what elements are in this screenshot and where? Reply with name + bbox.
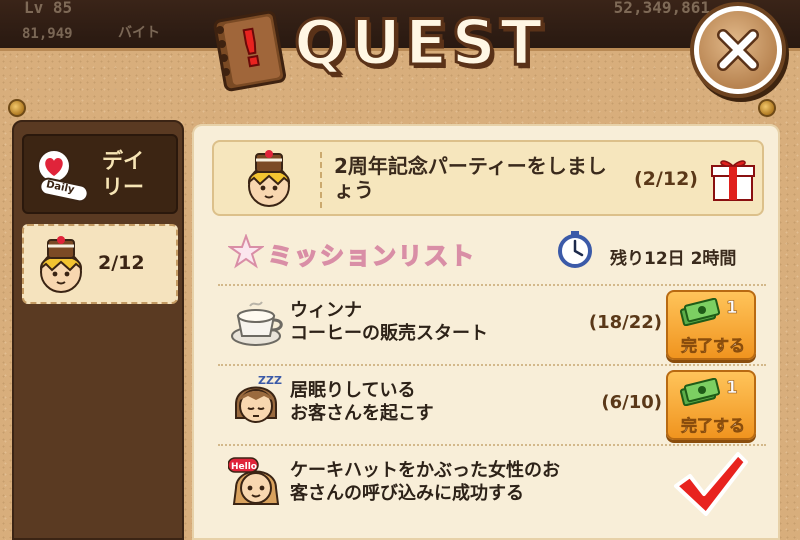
mission-text-line2: 客さんの呼び込みに成功する — [290, 482, 524, 504]
close-button[interactable] — [694, 6, 782, 94]
money-icon — [680, 298, 720, 326]
tab-anniversary-label: 2/12 — [98, 252, 145, 274]
reward-quantity: 1 — [726, 298, 738, 319]
quest-book-icon: ! — [213, 10, 286, 92]
hello-girl-icon: Hello — [228, 457, 280, 505]
mission-text: ケーキハットをかぶった女性のお 客さんの呼び込みに成功する — [290, 460, 630, 505]
gift-box-icon[interactable] — [708, 154, 758, 204]
quest-header: ! QUEST — [206, 6, 586, 92]
time-remaining: 残り12日 2時間 — [610, 249, 737, 269]
mission-text-line1: ウィンナ — [290, 300, 362, 321]
mission-text-line2: コーヒーの販売スタート — [290, 322, 488, 344]
money-readout: 52,349,861 — [613, 0, 710, 17]
mission-progress: (18/22) — [588, 312, 662, 333]
complete-button[interactable]: 1 完了する — [666, 290, 756, 360]
tab-anniversary[interactable]: 2/12 — [22, 224, 178, 304]
coffee-cup-icon — [231, 301, 283, 346]
daily-heart-icon — [37, 149, 89, 203]
main-goal-card: 2周年記念パーティーをしましょう (2/12) — [212, 140, 764, 216]
completed-check-icon — [674, 452, 748, 516]
sleeping-customer-icon: ZZZ — [235, 374, 282, 423]
star-icon — [228, 234, 264, 269]
row-divider — [218, 444, 766, 446]
level-readout: Lv 85 — [24, 0, 73, 17]
goal-divider — [320, 152, 322, 208]
reward-quantity: 1 — [726, 378, 738, 399]
complete-button-label: 完了する — [680, 336, 746, 356]
chef-girl-avatar-icon — [39, 236, 83, 293]
complete-button-label: 完了する — [680, 416, 746, 436]
pin-left-icon — [8, 99, 26, 117]
svg-text:Hello: Hello — [231, 462, 257, 472]
quest-sidebar: Daily デイ リー 2/12 — [12, 120, 184, 540]
mission-progress: (6/10) — [601, 392, 662, 413]
quest-title: QUEST — [292, 6, 547, 79]
mission-text-line1: 居眠りしている — [290, 380, 416, 401]
mission-text-line1: ケーキハットをかぶった女性のお — [290, 460, 560, 481]
tab-daily[interactable]: Daily デイ リー — [22, 134, 178, 214]
mission-row: ZZZ 居眠りしている お客さんを起こす (6/10) 1 完了する — [218, 364, 766, 444]
goal-progress: (2/12) — [634, 168, 698, 190]
mission-text: ウィンナ コーヒーの販売スタート — [290, 300, 590, 345]
tab-daily-label: デイ リー — [102, 149, 144, 200]
pin-right-icon — [758, 99, 776, 117]
complete-button[interactable]: 1 完了する — [666, 370, 756, 440]
mission-text: 居眠りしている お客さんを起こす — [290, 380, 590, 425]
bait-readout: バイト — [118, 25, 160, 41]
svg-text:ZZZ: ZZZ — [258, 374, 282, 387]
row-divider — [218, 284, 766, 286]
close-icon — [717, 29, 759, 71]
chef-girl-avatar-icon — [247, 150, 291, 207]
mission-row: Hello ケーキハットをかぶった女性のお 客さんの呼び込みに成功する — [218, 444, 766, 524]
goal-text: 2周年記念パーティーをしましょう — [334, 154, 607, 203]
row-divider — [218, 364, 766, 366]
mission-row: ウィンナ コーヒーの販売スタート (18/22) 1 完了する — [218, 284, 766, 364]
mission-list-title: ミッションリスト — [267, 241, 476, 271]
exp-readout: 81,949 — [22, 26, 73, 42]
stopwatch-icon — [558, 231, 592, 268]
money-icon — [680, 378, 720, 406]
mission-text-line2: お客さんを起こす — [290, 402, 434, 424]
